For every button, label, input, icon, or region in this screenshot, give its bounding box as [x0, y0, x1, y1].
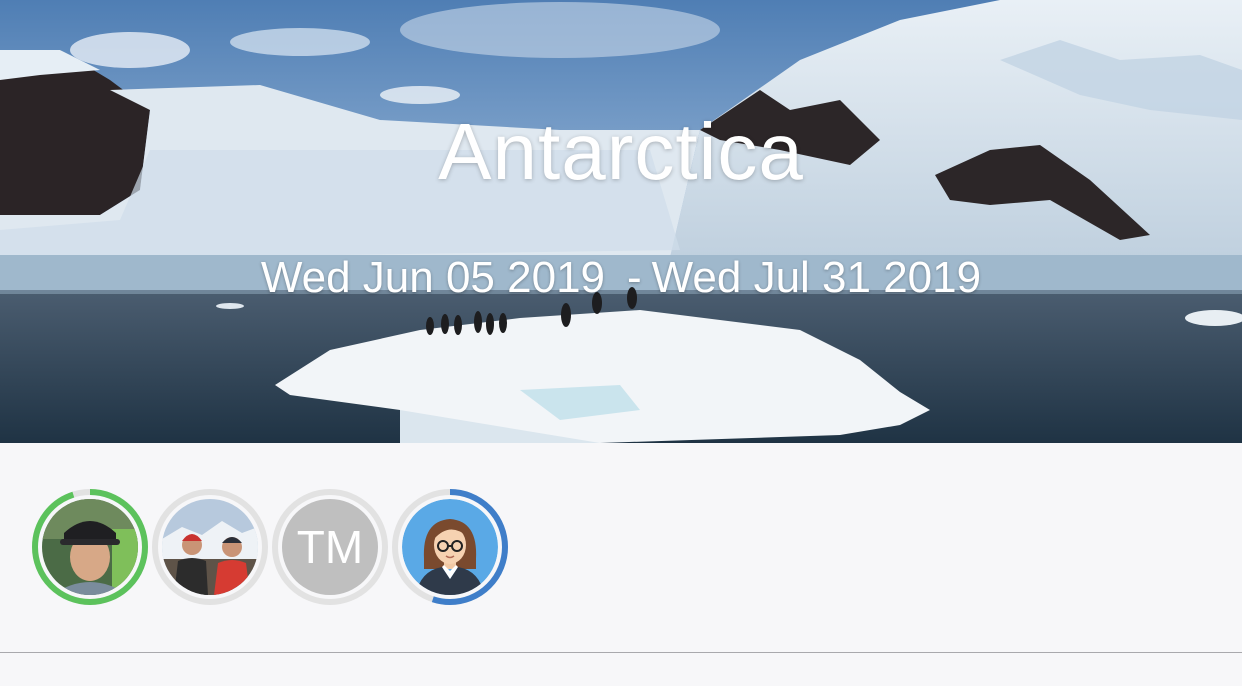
member-initials: TM	[282, 499, 378, 595]
trip-cover[interactable]: Antarctica Wed Jun 05 2019- Wed Jul 31 20…	[0, 0, 1242, 443]
trip-start-date: Wed Jun 05 2019	[260, 253, 606, 302]
section-divider	[0, 652, 1242, 653]
member-avatar[interactable]	[390, 487, 510, 607]
trip-date-range: Wed Jun 05 2019- Wed Jul 31 2019	[0, 252, 1242, 304]
member-avatar[interactable]: TM	[270, 487, 390, 607]
member-photo	[42, 499, 138, 595]
member-avatar[interactable]	[150, 487, 270, 607]
woman-avatar-icon	[402, 499, 498, 595]
cover-photo	[0, 0, 1242, 443]
member-avatar[interactable]	[30, 487, 150, 607]
trip-title: Antarctica	[438, 107, 804, 196]
trip-end-date: Wed Jul 31 2019	[651, 253, 982, 302]
date-separator: -	[627, 253, 642, 302]
member-photo	[162, 499, 258, 595]
